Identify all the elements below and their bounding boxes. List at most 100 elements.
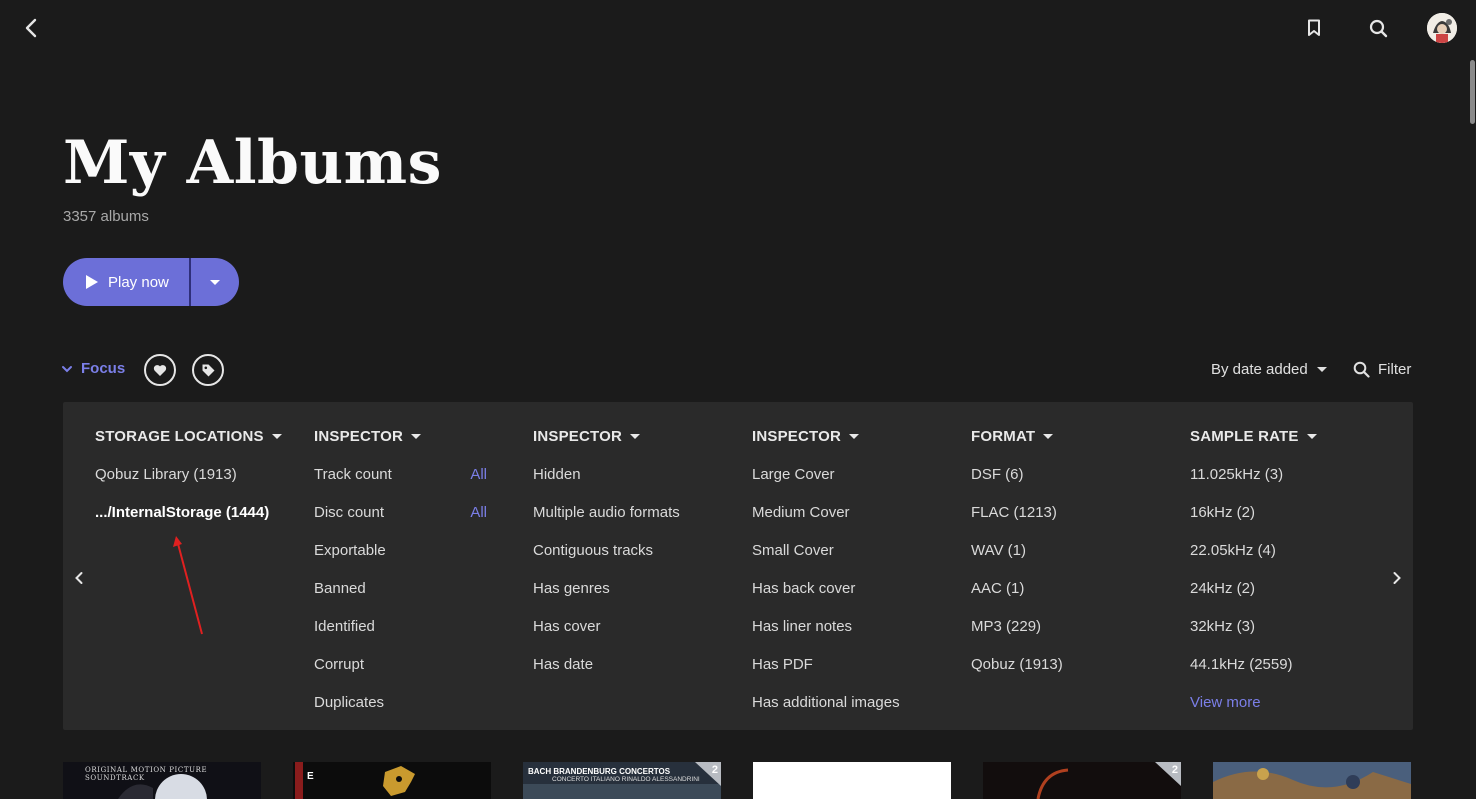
focus-option[interactable]: Has liner notes <box>752 618 952 656</box>
sort-dropdown[interactable]: By date added <box>1211 361 1327 378</box>
album-thumb[interactable]: BACH BRANDENBURG CONCERTOS CONCERTO ITAL… <box>523 762 721 799</box>
chevron-down-icon <box>62 365 72 372</box>
search-icon <box>1353 361 1370 378</box>
caret-down-icon <box>1043 433 1054 439</box>
caret-down-icon <box>1306 433 1317 439</box>
play-now-label: Play now <box>108 273 169 291</box>
focus-option[interactable]: AAC (1) <box>971 580 1171 618</box>
panel-next-button[interactable] <box>1387 568 1407 588</box>
album-thumb[interactable]: ORIGINAL MOTION PICTURE SOUNDTRACK <box>63 762 261 799</box>
disc-count-badge: 2 <box>711 764 718 776</box>
focus-option[interactable]: Has PDF <box>752 656 952 694</box>
focus-option[interactable]: Duplicates <box>314 694 514 732</box>
focus-option-label: Track count <box>314 466 392 483</box>
search-icon <box>1369 19 1387 37</box>
focus-option[interactable]: 16kHz (2) <box>1190 504 1390 542</box>
album-cover-art-icon <box>1213 762 1411 799</box>
focus-option[interactable]: Has back cover <box>752 580 952 618</box>
user-avatar[interactable] <box>1427 13 1457 43</box>
album-cover-art-icon <box>983 762 1181 799</box>
favorites-filter-button[interactable] <box>144 354 176 386</box>
focus-option[interactable]: FLAC (1213) <box>971 504 1171 542</box>
page-title: My Albums <box>63 128 442 198</box>
focus-option[interactable]: Multiple audio formats <box>533 504 733 542</box>
column-header-dropdown[interactable]: INSPECTOR <box>533 426 733 446</box>
focus-option[interactable]: Has genres <box>533 580 733 618</box>
focus-option[interactable]: 32kHz (3) <box>1190 618 1390 656</box>
focus-option-label: Disc count <box>314 504 385 521</box>
focus-column-inspector-3: INSPECTOR Large Cover Medium Cover Small… <box>752 426 952 732</box>
album-cover-caption: ORIGINAL MOTION PICTURE SOUNDTRACK <box>85 766 208 782</box>
focus-column-inspector-1: INSPECTOR Track count All Disc count All… <box>314 426 514 732</box>
column-header-dropdown[interactable]: INSPECTOR <box>314 426 514 446</box>
focus-option[interactable]: Qobuz Library (1913) <box>95 466 295 504</box>
focus-option[interactable]: DSF (6) <box>971 466 1171 504</box>
album-thumb[interactable]: 2 <box>983 762 1181 799</box>
focus-option-track-count[interactable]: Track count All <box>314 466 514 504</box>
column-header-dropdown[interactable]: INSPECTOR <box>752 426 952 446</box>
focus-option[interactable]: WAV (1) <box>971 542 1171 580</box>
scrollbar-thumb[interactable] <box>1470 60 1475 124</box>
play-now-button[interactable]: Play now <box>63 258 189 306</box>
avatar-image-icon <box>1427 13 1457 43</box>
focus-option[interactable]: Banned <box>314 580 514 618</box>
focus-option[interactable]: 44.1kHz (2559) <box>1190 656 1390 694</box>
focus-toggle[interactable]: Focus <box>61 360 125 377</box>
column-header-dropdown[interactable]: STORAGE LOCATIONS <box>95 426 295 446</box>
focus-option[interactable]: Large Cover <box>752 466 952 504</box>
focus-option[interactable]: 22.05kHz (4) <box>1190 542 1390 580</box>
album-thumb[interactable]: E <box>293 762 491 799</box>
focus-label: Focus <box>81 360 126 377</box>
focus-option[interactable]: Has cover <box>533 618 733 656</box>
focus-panel: STORAGE LOCATIONS Qobuz Library (1913) .… <box>63 402 1413 730</box>
focus-option[interactable]: Has additional images <box>752 694 952 732</box>
tags-filter-button[interactable] <box>192 354 224 386</box>
play-icon <box>86 275 98 289</box>
sort-label: By date added <box>1211 361 1308 378</box>
column-header-label: INSPECTOR <box>314 427 404 445</box>
focus-option[interactable]: MP3 (229) <box>971 618 1171 656</box>
heart-icon <box>153 364 167 376</box>
focus-option-disc-count[interactable]: Disc count All <box>314 504 514 542</box>
disc-count-value[interactable]: All <box>470 504 487 522</box>
back-button[interactable] <box>17 14 45 42</box>
focus-option[interactable]: Small Cover <box>752 542 952 580</box>
album-thumb[interactable] <box>753 762 951 799</box>
focus-column-sample-rate: SAMPLE RATE 11.025kHz (3) 16kHz (2) 22.0… <box>1190 426 1390 732</box>
search-button[interactable] <box>1364 14 1392 42</box>
disc-count-badge: 2 <box>1171 764 1178 776</box>
column-header-label: FORMAT <box>971 427 1036 445</box>
view-more-link[interactable]: View more <box>1190 694 1390 732</box>
album-thumb[interactable] <box>1213 762 1411 799</box>
focus-option[interactable]: Medium Cover <box>752 504 952 542</box>
caret-down-icon <box>271 433 282 439</box>
caret-down-icon <box>1316 367 1327 372</box>
album-grid: ORIGINAL MOTION PICTURE SOUNDTRACK E BAC… <box>0 762 1476 799</box>
annotation-arrow <box>173 536 203 635</box>
focus-option[interactable]: Contiguous tracks <box>533 542 733 580</box>
bookmark-button[interactable] <box>1300 14 1328 42</box>
focus-column-inspector-2: INSPECTOR Hidden Multiple audio formats … <box>533 426 733 694</box>
play-options-button[interactable] <box>191 258 239 306</box>
column-header-label: INSPECTOR <box>533 427 623 445</box>
column-header-dropdown[interactable]: SAMPLE RATE <box>1190 426 1390 446</box>
album-count: 3357 albums <box>63 208 149 225</box>
focus-column-format: FORMAT DSF (6) FLAC (1213) WAV (1) AAC (… <box>971 426 1171 694</box>
focus-option[interactable]: Hidden <box>533 466 733 504</box>
focus-option[interactable]: Qobuz (1913) <box>971 656 1171 694</box>
album-cover-caption: E <box>307 771 314 782</box>
focus-option[interactable]: Identified <box>314 618 514 656</box>
bookmark-icon <box>1308 19 1320 36</box>
column-header-dropdown[interactable]: FORMAT <box>971 426 1171 446</box>
page-scrollbar[interactable] <box>1468 60 1476 124</box>
focus-option[interactable]: 24kHz (2) <box>1190 580 1390 618</box>
focus-option[interactable]: Corrupt <box>314 656 514 694</box>
focus-option[interactable]: Exportable <box>314 542 514 580</box>
focus-option[interactable]: Has date <box>533 656 733 694</box>
chevron-left-icon <box>25 18 37 38</box>
focus-option[interactable]: 11.025kHz (3) <box>1190 466 1390 504</box>
track-count-value[interactable]: All <box>470 466 487 484</box>
album-cover-caption: BACH BRANDENBURG CONCERTOS <box>528 767 671 776</box>
panel-prev-button[interactable] <box>69 568 89 588</box>
filter-button[interactable]: Filter <box>1353 361 1411 378</box>
